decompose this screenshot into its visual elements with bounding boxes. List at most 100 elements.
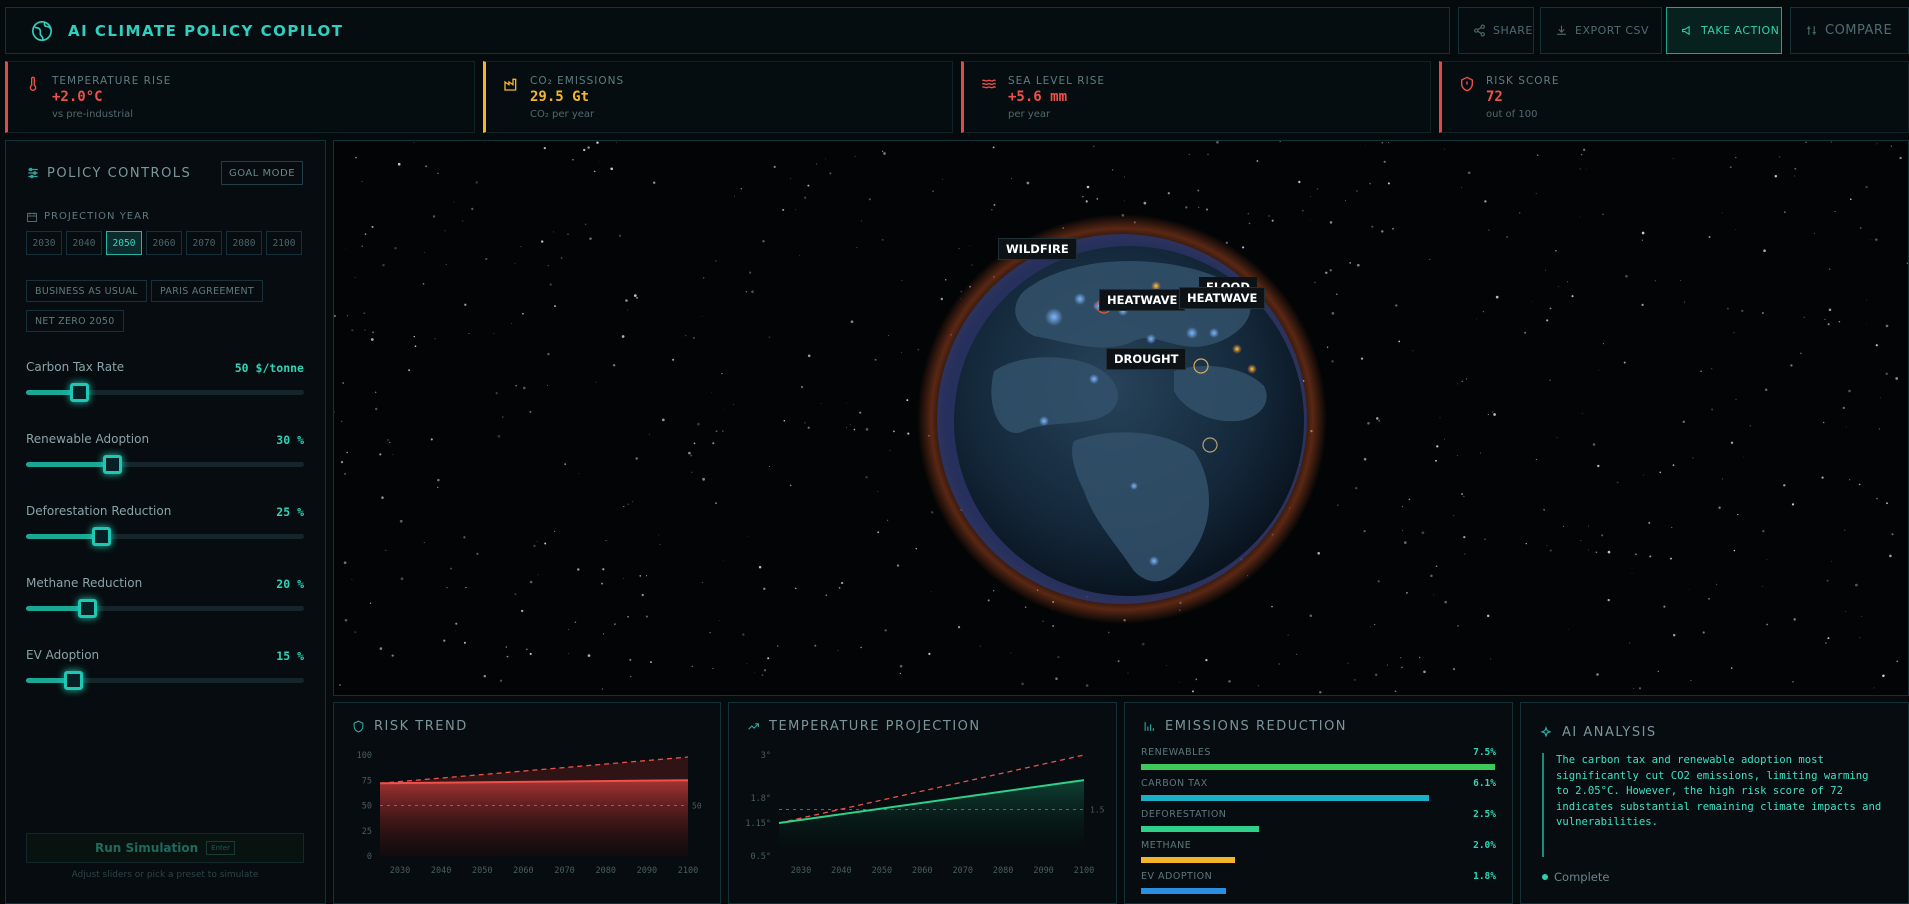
x-tick-label: 2050 xyxy=(872,866,892,876)
emissions-reduction-panel: EMISSIONS REDUCTION RENEWABLES 7.5% CARBON… xyxy=(1124,702,1513,904)
globe-view[interactable]: WILDFIRE FLOOD HEATWAVE HEATWAVE DROUGHT xyxy=(333,140,1909,696)
temperature-projection-panel: TEMPERATURE PROJECTION 1.5 3° 1.8° 1.15° 0.5… xyxy=(728,702,1117,904)
event-label-drought[interactable]: DROUGHT xyxy=(1106,348,1187,370)
emission-bar-value: 2.0% xyxy=(1473,840,1496,851)
emission-bar xyxy=(1141,764,1495,770)
share-icon xyxy=(1474,24,1485,37)
run-simulation-label: Run Simulation xyxy=(95,841,199,855)
download-icon xyxy=(1557,25,1566,35)
year-2030-button[interactable]: 2030 xyxy=(26,231,62,255)
preset-net-zero-2050[interactable]: NET ZERO 2050 xyxy=(26,310,124,332)
app-title: AI CLIMATE POLICY COPILOT xyxy=(68,22,344,40)
y-tick-label: 25 xyxy=(362,827,372,837)
slider-label: Renewable Adoption xyxy=(26,432,150,446)
slider-thumb[interactable] xyxy=(103,455,123,474)
slider-track[interactable] xyxy=(26,383,304,402)
risk-trend-panel: RISK TREND 50 100 75 50 25 0 2030 2040 2050 2060 2… xyxy=(333,702,721,904)
thermometer-icon xyxy=(29,76,37,91)
year-2080-button[interactable]: 2080 xyxy=(226,231,262,255)
factory-icon xyxy=(504,78,517,91)
emission-bar-value: 7.5% xyxy=(1473,747,1496,758)
year-2050-button[interactable]: 2050 xyxy=(106,231,142,255)
temp-area xyxy=(779,780,1084,856)
emission-bar xyxy=(1141,857,1236,863)
temperature-projection-chart: 1.5 3° 1.8° 1.15° 0.5° 2030 2040 2050 2060 2070 20… xyxy=(745,751,1104,876)
x-tick-label: 2090 xyxy=(1033,866,1053,876)
ai-analysis-panel: AI ANALYSIS The carbon tax and renewable… xyxy=(1520,702,1909,904)
sliders-icon xyxy=(28,167,38,179)
run-simulation-button[interactable]: Run Simulation Enter xyxy=(26,833,304,863)
slider-value: 15 % xyxy=(276,649,304,663)
event-label-heatwave[interactable]: HEATWAVE xyxy=(1099,289,1186,311)
year-2070-button[interactable]: 2070 xyxy=(186,231,222,255)
risk-trend-title: RISK TREND xyxy=(374,719,468,734)
risk-trend-header: RISK TREND xyxy=(352,719,468,734)
temp-projection-header: TEMPERATURE PROJECTION xyxy=(747,719,981,734)
year-2060-button[interactable]: 2060 xyxy=(146,231,182,255)
emission-bar xyxy=(1141,826,1259,832)
earth-globe[interactable] xyxy=(334,141,1909,696)
slider-track[interactable] xyxy=(26,527,304,546)
emission-bar-label: DEFORESTATION xyxy=(1141,809,1227,820)
slider-track[interactable] xyxy=(26,455,304,474)
x-tick-label: 2040 xyxy=(831,866,851,876)
y-tick-label: 0 xyxy=(367,852,372,862)
kpi-sea-level: SEA LEVEL RISE +5.6 mm per year xyxy=(961,61,1431,133)
slider-thumb[interactable] xyxy=(92,527,112,546)
shield-alert-icon xyxy=(1461,76,1473,92)
shield-icon xyxy=(353,720,364,733)
calendar-icon xyxy=(27,212,37,222)
compare-icon xyxy=(1807,26,1816,35)
top-bar: AI CLIMATE POLICY COPILOT xyxy=(5,7,1450,54)
slider-thumb[interactable] xyxy=(69,383,89,402)
slider-thumb[interactable] xyxy=(78,599,98,618)
emission-bar-label: RENEWABLES xyxy=(1141,747,1211,758)
emission-bar xyxy=(1141,888,1226,894)
slider-track[interactable] xyxy=(26,599,304,618)
year-2040-button[interactable]: 2040 xyxy=(66,231,102,255)
emission-bar-label: METHANE xyxy=(1141,840,1192,851)
x-tick-label: 2080 xyxy=(595,866,615,876)
slider-label: Deforestation Reduction xyxy=(26,504,172,518)
compare-label: COMPARE xyxy=(1825,23,1893,38)
event-label-heatwave-2[interactable]: HEATWAVE xyxy=(1179,287,1266,309)
y-tick-label: 3° xyxy=(761,751,771,761)
slider-label: Methane Reduction xyxy=(26,576,143,590)
threshold-label: 50 xyxy=(692,802,702,811)
preset-business-as-usual[interactable]: BUSINESS AS USUAL xyxy=(26,280,147,302)
sparkles-icon xyxy=(1540,725,1552,737)
share-label: SHARE xyxy=(1493,24,1533,37)
x-tick-label: 2060 xyxy=(513,866,533,876)
year-2100-button[interactable]: 2100 xyxy=(266,231,302,255)
x-tick-label: 2100 xyxy=(678,866,698,876)
enter-key-badge: Enter xyxy=(206,841,235,855)
kpi-label: RISK SCORE xyxy=(1486,75,1560,87)
kpi-label: CO₂ EMISSIONS xyxy=(530,75,625,87)
emissions-header: EMISSIONS REDUCTION xyxy=(1143,719,1347,734)
slider-thumb[interactable] xyxy=(64,671,84,690)
temp-projection-title: TEMPERATURE PROJECTION xyxy=(769,719,981,734)
slider-track[interactable] xyxy=(26,671,304,690)
simulation-hint: Adjust sliders or pick a preset to simul… xyxy=(71,870,259,880)
emission-bar-label: EV ADOPTION xyxy=(1141,871,1213,882)
export-label: EXPORT CSV xyxy=(1575,24,1650,37)
preset-paris-agreement[interactable]: PARIS AGREEMENT xyxy=(151,280,263,302)
emission-bar-value: 1.8% xyxy=(1473,871,1496,882)
kpi-sub: out of 100 xyxy=(1486,109,1538,120)
megaphone-icon xyxy=(1682,25,1690,36)
y-tick-label: 1.8° xyxy=(751,794,771,804)
x-tick-label: 2040 xyxy=(431,866,451,876)
compare-button[interactable]: COMPARE xyxy=(1790,7,1909,54)
x-tick-label: 2060 xyxy=(912,866,932,876)
kpi-sub: CO₂ per year xyxy=(530,109,595,120)
take-action-button[interactable]: TAKE ACTION xyxy=(1666,7,1782,54)
export-csv-button[interactable]: EXPORT CSV xyxy=(1540,7,1662,54)
event-label-wildfire[interactable]: WILDFIRE xyxy=(998,238,1077,260)
share-button[interactable]: SHARE xyxy=(1458,7,1534,54)
slider-label: EV Adoption xyxy=(26,648,100,662)
trending-up-icon xyxy=(748,723,759,730)
x-tick-label: 2050 xyxy=(472,866,492,876)
kpi-risk-score: RISK SCORE 72 out of 100 xyxy=(1439,61,1909,133)
take-action-label: TAKE ACTION xyxy=(1701,24,1780,37)
goal-mode-button[interactable]: GOAL MODE xyxy=(221,161,303,185)
